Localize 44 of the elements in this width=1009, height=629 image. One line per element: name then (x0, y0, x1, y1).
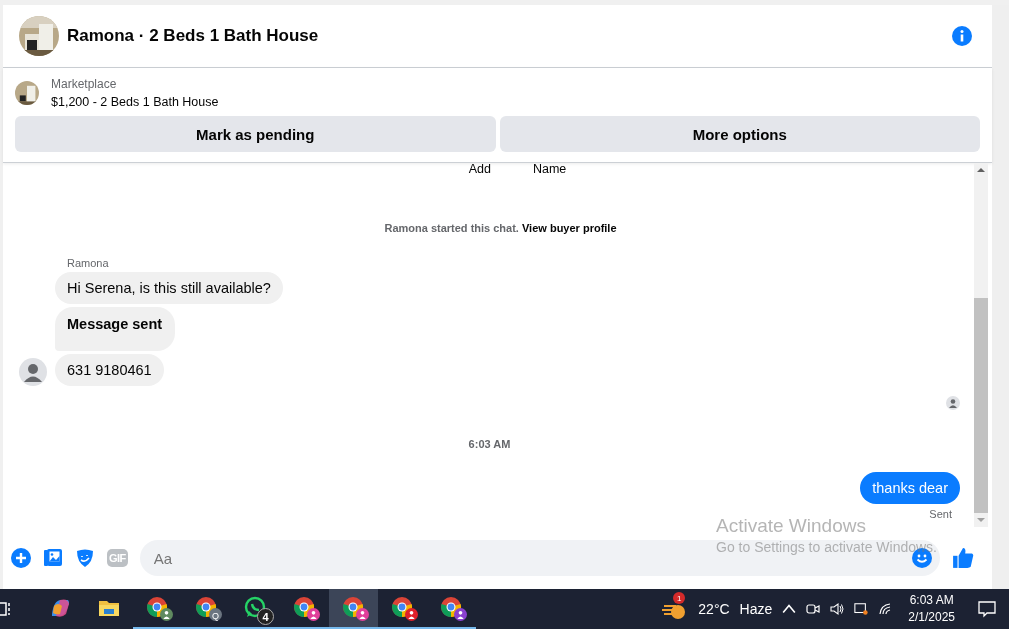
clock[interactable]: 6:03 AM 2/1/2025 (902, 592, 961, 626)
label: Name (532, 162, 567, 176)
photo-icon[interactable] (43, 548, 63, 568)
scrollbar[interactable] (974, 163, 988, 527)
taskbar-app[interactable]: 4 (231, 589, 280, 629)
activation-watermark: Go to Settings to activate Windows. (716, 539, 937, 555)
sender-name: Ramona (67, 257, 110, 269)
task-view-icon[interactable] (0, 599, 12, 619)
display-icon[interactable] (854, 602, 869, 616)
taskbar-app[interactable]: Q (182, 589, 231, 629)
weather-condition: Haze (739, 601, 773, 617)
chat-notice: Ramona started this chat. (384, 222, 519, 234)
buyer-profile-link[interactable]: View buyer profile (522, 222, 617, 234)
message-bubble: Message sent (55, 307, 176, 351)
more-options-button[interactable]: More options (499, 116, 980, 152)
plus-icon[interactable] (11, 548, 31, 568)
message-bubble: thanks dear (860, 472, 960, 504)
user-avatar-icon (19, 358, 47, 386)
chat-title: Ramona · 2 Beds 1 Bath House (67, 26, 320, 46)
sticker-icon[interactable] (75, 548, 95, 568)
chat-app-icon (243, 596, 268, 620)
mark-pending-button[interactable]: Mark as pending (15, 116, 496, 152)
listing-source: Marketplace (51, 77, 118, 91)
count-badge: 4 (257, 608, 274, 625)
activation-watermark: Activate Windows (716, 515, 867, 537)
message-bubble: Hi Serena, is this still available? (55, 272, 283, 304)
seen-avatar-icon (946, 396, 960, 410)
camera-icon[interactable] (806, 602, 821, 616)
timestamp: 6:03 AM (467, 438, 512, 450)
thumbs-up-icon[interactable] (952, 547, 974, 569)
chevron-up-icon[interactable] (782, 602, 797, 616)
browser-icon (194, 596, 219, 620)
notification-badge: 1 (673, 592, 686, 604)
speaker-icon[interactable] (830, 602, 845, 616)
taskbar-app[interactable] (329, 589, 378, 629)
info-icon[interactable] (952, 26, 972, 46)
profile-initial: Q (211, 609, 220, 623)
listing-title[interactable]: $1,200 - 2 Beds 1 Bath House (51, 95, 219, 109)
message-status: Sent (929, 508, 953, 520)
temperature: 22°C (698, 601, 730, 617)
wifi-icon[interactable] (878, 602, 893, 616)
message-bubble: 631 9180461 (55, 354, 164, 386)
notifications-icon[interactable] (977, 599, 997, 619)
label: Add (468, 162, 491, 176)
